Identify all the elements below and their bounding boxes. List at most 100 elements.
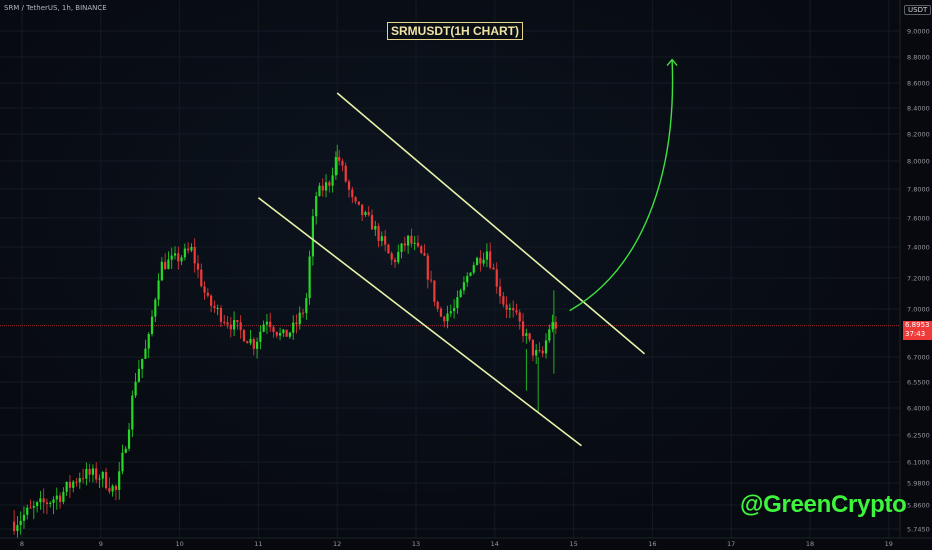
candle-body	[390, 253, 393, 260]
candle-body	[416, 242, 420, 247]
candle-body	[367, 212, 370, 216]
candle-body	[397, 251, 400, 263]
candle-body	[36, 502, 39, 507]
y-tick-label: 8.6000	[907, 80, 930, 88]
candle-body	[492, 267, 495, 270]
candle-body	[255, 341, 259, 349]
x-tick-label: 10	[175, 540, 183, 548]
candle-body	[223, 321, 226, 323]
candle-body	[173, 253, 177, 256]
channel-lower-line	[257, 197, 582, 447]
candle-body	[167, 259, 170, 269]
candle-body	[39, 498, 42, 503]
x-axis-panel	[0, 538, 932, 550]
candle-body	[219, 307, 223, 322]
chart-title: SRMUSDT(1H CHART)	[387, 22, 523, 40]
candle-body	[242, 330, 246, 342]
candle-body	[446, 313, 449, 322]
candle-body	[285, 329, 288, 337]
candle-body	[305, 298, 308, 313]
candle-body	[370, 215, 374, 230]
y-tick-label: 8.4000	[907, 105, 930, 113]
candle-body	[196, 263, 200, 270]
candle-body	[433, 280, 436, 302]
candle-body	[338, 157, 341, 161]
candle-body	[548, 329, 551, 341]
candle-body	[485, 251, 489, 260]
grid-layer	[0, 0, 900, 538]
candle-body	[127, 429, 131, 449]
candle-body	[495, 269, 498, 287]
candle-body	[479, 257, 482, 264]
candle-body	[249, 339, 252, 344]
candle-body	[456, 297, 459, 309]
candle-body	[180, 257, 183, 262]
candle-body	[150, 316, 154, 334]
candle-body	[321, 185, 324, 191]
candle-body	[91, 468, 95, 475]
y-tick-label: 8.8000	[907, 54, 930, 62]
candle-body	[308, 256, 311, 299]
candle-body	[466, 275, 469, 283]
candle-body	[121, 452, 124, 472]
candle-body	[298, 312, 301, 325]
y-tick-label: 8.2000	[907, 131, 930, 139]
candle-countdown: 37:43	[905, 330, 926, 338]
x-tick-label: 8	[20, 540, 24, 548]
y-tick-label: 6.2500	[907, 432, 930, 440]
x-tick-label: 18	[806, 540, 814, 548]
candle-body	[531, 339, 534, 356]
candle-body	[118, 471, 121, 490]
candle-body	[288, 332, 292, 337]
candle-body	[29, 507, 32, 509]
candle-body	[407, 235, 410, 246]
candle-body	[236, 320, 239, 323]
candle-body	[489, 251, 492, 268]
candle-body	[265, 321, 269, 325]
candle-body	[528, 333, 531, 340]
candle-body	[459, 290, 462, 298]
x-tick-label: 9	[99, 540, 103, 548]
y-tick-label: 7.4000	[907, 244, 930, 252]
candle-body	[347, 181, 351, 190]
candle-body	[68, 481, 72, 488]
candle-body	[449, 311, 452, 314]
candle-body	[551, 322, 554, 330]
candle-body	[515, 310, 518, 313]
x-tick-label: 17	[727, 540, 735, 548]
candle-body	[58, 495, 62, 502]
candlestick-chart[interactable]: 9.0000 8.8000 8.6000 8.4000 8.2000 8.0000 7.80…	[0, 0, 932, 550]
candle-body	[49, 502, 52, 504]
currency-badge[interactable]: USDT	[904, 5, 932, 15]
candle-body	[410, 235, 413, 244]
candle-body	[187, 248, 190, 251]
candle-body	[538, 350, 541, 352]
candle-body	[334, 157, 337, 176]
candle-body	[272, 327, 275, 332]
candle-body	[387, 244, 390, 254]
candle-body	[144, 348, 147, 359]
y-tick-label: 8.0000	[907, 158, 930, 166]
candle-body	[311, 216, 315, 257]
x-tick-label: 19	[885, 540, 893, 548]
y-tick-label: 7.8000	[907, 186, 930, 194]
candle-body	[275, 331, 278, 336]
candle-body	[262, 324, 265, 332]
candle-body	[420, 246, 423, 253]
candle-body	[239, 322, 242, 331]
candle-body	[22, 514, 26, 521]
candle-body	[13, 521, 16, 532]
candle-body	[147, 333, 150, 349]
candle-body	[278, 333, 282, 336]
candle-body	[400, 243, 403, 252]
candle-body	[233, 320, 236, 330]
candle-body	[331, 175, 334, 186]
candle-body	[498, 286, 502, 297]
candle-body	[443, 316, 446, 322]
candle-body	[482, 259, 485, 264]
candle-body	[525, 333, 528, 336]
candle-body	[193, 246, 196, 264]
candle-body	[95, 468, 98, 480]
candle-body	[65, 481, 68, 492]
candle-body	[292, 322, 295, 333]
